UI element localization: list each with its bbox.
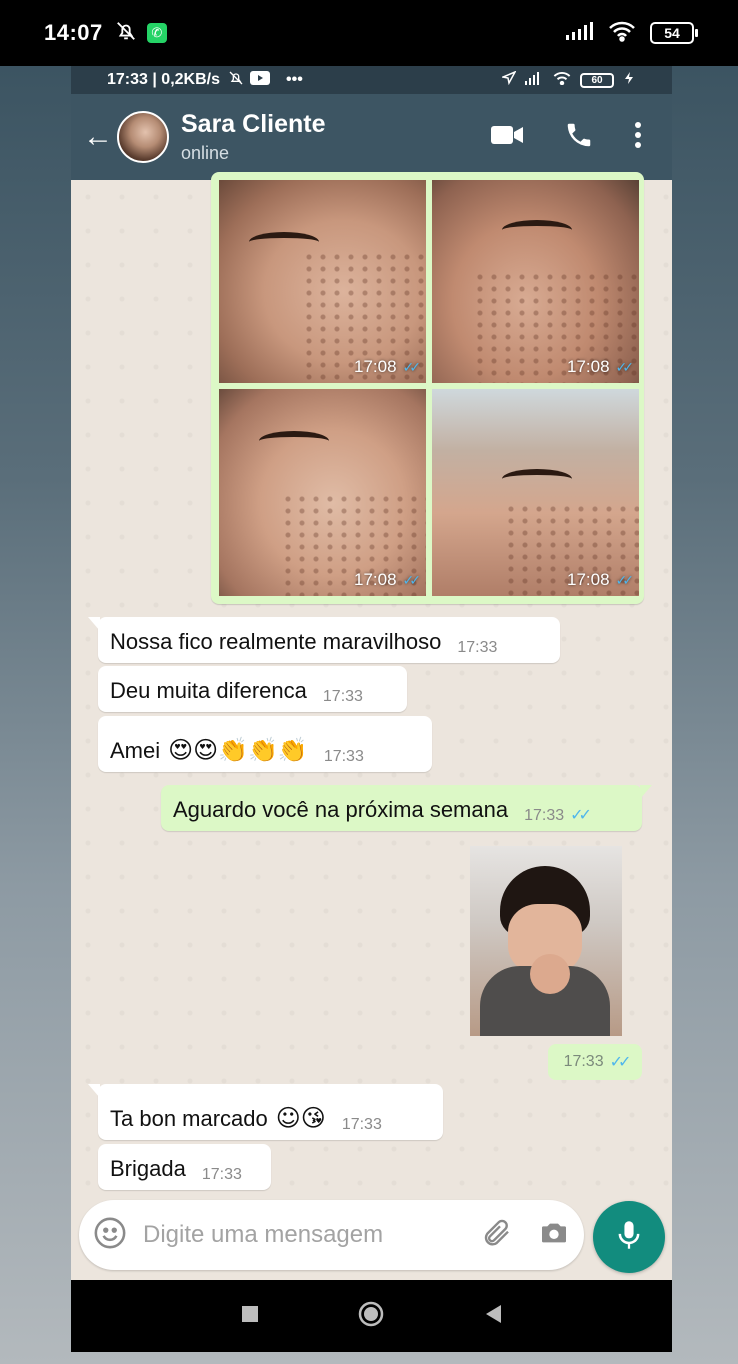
message-time: 17:33 [457,639,498,656]
youtube-icon [249,70,270,90]
signal-icon [564,21,594,46]
read-ticks-icon: ✓✓ [570,807,592,824]
home-button[interactable] [357,1300,385,1333]
charging-icon [622,71,636,90]
more-dots: ••• [285,71,303,88]
incoming-message[interactable]: Deu muita diferenca 17:33 [98,666,407,712]
message-time: 17:33 [322,688,363,705]
photo-thumbnail[interactable]: 17:08 ✓✓ [219,180,426,383]
mute-bell-icon [228,70,244,91]
photo-thumbnail[interactable]: 17:08 ✓✓ [219,389,426,596]
battery-icon: 60 [580,72,614,88]
sticker-meta: 17:33 ✓✓ [548,1044,642,1080]
inner-status-bar: 17:33 | 0,2KB/s ••• 60 [71,66,672,94]
emoji-sequence: 😍😍👏👏👏 [168,736,308,764]
outgoing-message[interactable]: Aguardo você na próxima semana 17:33 ✓✓ [161,785,652,831]
message-text: Amei [110,738,161,763]
photo-time: 17:08 [566,357,610,376]
read-ticks-icon: ✓✓ [615,358,635,375]
read-ticks-icon: ✓✓ [615,571,635,588]
emoji-sequence: ☺😘 [275,1104,326,1132]
camera-icon[interactable] [538,1217,570,1254]
mic-button[interactable] [593,1201,665,1273]
photo-album-message[interactable]: 17:08 ✓✓ 17:08 ✓✓ 17:08 ✓✓ 17:08 ✓✓ [211,172,644,604]
photo-thumbnail[interactable]: 17:08 ✓✓ [432,180,639,383]
message-time: 17:33 [524,807,565,824]
message-text: Ta bon marcado [110,1106,268,1131]
contact-name: Sara Cliente [181,110,326,138]
system-navigation-bar [71,1280,672,1352]
mute-bell-icon [115,20,137,47]
video-call-icon[interactable] [490,124,524,151]
message-time: 17:33 [563,1053,604,1070]
read-ticks-icon: ✓✓ [402,358,422,375]
chat-area: 17:08 ✓✓ 17:08 ✓✓ 17:08 ✓✓ 17:08 ✓✓ Noss… [71,172,672,1194]
contact-info[interactable]: Sara Cliente online [181,110,326,164]
message-text: Deu muita diferenca [110,678,307,703]
back-nav-button[interactable] [483,1303,503,1330]
message-text: Nossa fico realmente maravilhoso [110,629,442,654]
incoming-message[interactable]: Ta bon marcado ☺😘 17:33 [88,1084,443,1140]
inner-time-speed: 17:33 | 0,2KB/s [107,71,220,88]
message-time: 17:33 [341,1116,382,1133]
photo-time: 17:08 [353,357,397,376]
whatsapp-notification-icon: ✆ [146,23,167,43]
message-composer[interactable]: Digite uma mensagem [79,1200,584,1270]
location-icon [500,69,517,90]
battery-icon: 54 [650,22,698,44]
mic-icon [615,1219,643,1256]
back-button[interactable]: ← [83,122,115,152]
voice-call-icon[interactable] [564,120,594,155]
device-status-bar: 14:07 ✆ 54 [0,0,738,66]
attach-icon[interactable] [480,1217,512,1254]
phone-screen: 17:33 | 0,2KB/s ••• 60 ← Sara Cliente on… [71,66,672,1352]
photo-time: 17:08 [566,570,610,589]
message-input[interactable]: Digite uma mensagem [143,1221,480,1249]
contact-avatar[interactable] [117,111,169,163]
wifi-icon [608,20,636,47]
recents-button[interactable] [240,1304,260,1329]
message-text: Brigada [110,1156,186,1181]
contact-status: online [181,143,230,163]
wifi-icon [552,71,572,90]
signal-icon [524,71,544,90]
message-time: 17:33 [323,748,364,765]
photo-time: 17:08 [353,570,397,589]
sticker-message[interactable] [470,846,622,1036]
incoming-message[interactable]: Nossa fico realmente maravilhoso 17:33 [88,617,560,663]
emoji-icon[interactable] [93,1216,127,1255]
incoming-message[interactable]: Brigada 17:33 [98,1144,271,1190]
menu-icon[interactable] [634,121,642,154]
photo-thumbnail[interactable]: 17:08 ✓✓ [432,389,639,596]
message-text: Aguardo você na próxima semana [173,797,509,822]
incoming-message[interactable]: Amei 😍😍👏👏👏 17:33 [98,716,432,772]
read-ticks-icon: ✓✓ [609,1054,632,1071]
device-time: 14:07 [44,20,103,45]
read-ticks-icon: ✓✓ [402,571,422,588]
chat-header: ← Sara Cliente online [71,94,672,180]
message-time: 17:33 [201,1166,242,1183]
